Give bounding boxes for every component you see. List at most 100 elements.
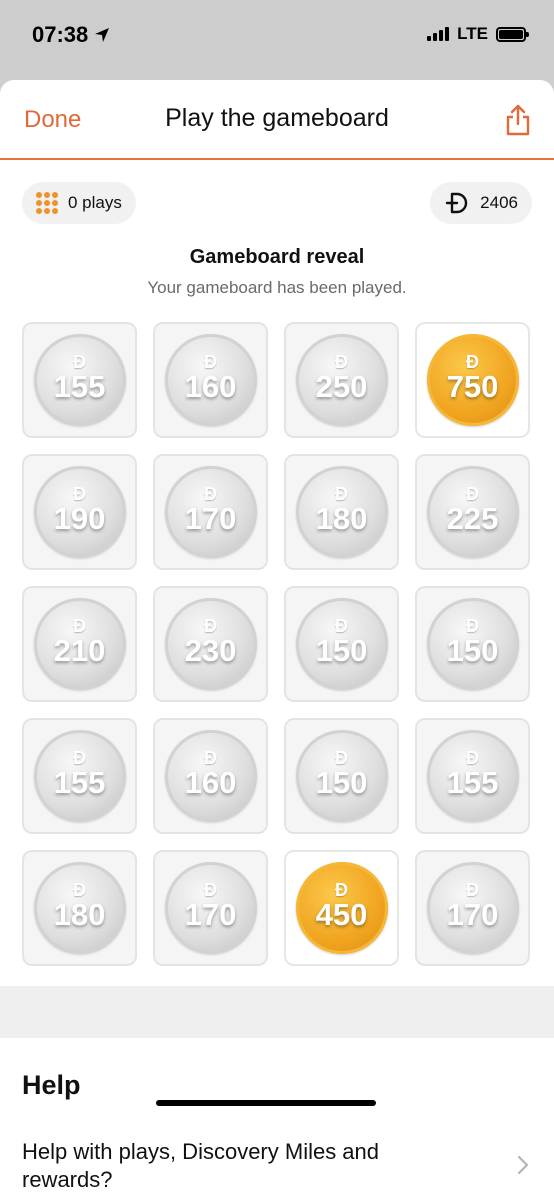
gameboard-tile[interactable]: Đ 155 bbox=[22, 322, 137, 438]
coin-value: 160 bbox=[184, 368, 237, 404]
coin-symbol: Đ bbox=[204, 483, 217, 504]
coin-value: 450 bbox=[315, 896, 368, 932]
plays-pill[interactable]: 0 plays bbox=[22, 182, 136, 224]
signal-icon bbox=[427, 27, 450, 41]
reveal-title: Gameboard reveal bbox=[189, 246, 365, 268]
miles-pill[interactable]: 2406 bbox=[430, 182, 532, 224]
coin-value: 155 bbox=[53, 368, 106, 404]
coin-symbol: Đ bbox=[73, 747, 86, 768]
share-icon[interactable] bbox=[504, 104, 532, 136]
help-heading: Help bbox=[22, 1070, 81, 1100]
gameboard-tile[interactable]: Đ 180 bbox=[284, 454, 399, 570]
silver-coin-icon: Đ 230 bbox=[164, 598, 257, 690]
silver-coin-icon: Đ 155 bbox=[33, 334, 126, 426]
battery-icon bbox=[496, 26, 529, 42]
coin-value: 250 bbox=[315, 368, 368, 404]
coin-value: 230 bbox=[184, 632, 237, 668]
silver-coin-icon: Đ 160 bbox=[164, 730, 257, 822]
coin-value: 190 bbox=[53, 500, 106, 536]
status-time: 07:38 bbox=[32, 22, 110, 48]
gameboard-tile[interactable]: Đ 170 bbox=[415, 850, 530, 966]
coin-symbol: Đ bbox=[466, 747, 479, 768]
silver-coin-icon: Đ 170 bbox=[426, 862, 519, 954]
silver-coin-icon: Đ 160 bbox=[164, 334, 257, 426]
coin-value: 150 bbox=[446, 632, 499, 668]
silver-coin-icon: Đ 150 bbox=[295, 730, 388, 822]
coin-symbol: Đ bbox=[466, 483, 479, 504]
coin-symbol: Đ bbox=[73, 615, 86, 636]
gameboard-tile[interactable]: Đ 210 bbox=[22, 586, 137, 702]
nav-bar: Done Play the gameboard bbox=[0, 80, 554, 160]
status-indicators: LTE bbox=[427, 24, 529, 44]
coin-value: 170 bbox=[184, 896, 237, 932]
coin-value: 180 bbox=[53, 896, 106, 932]
silver-coin-icon: Đ 150 bbox=[426, 598, 519, 690]
coin-value: 180 bbox=[315, 500, 368, 536]
coin-symbol: Đ bbox=[204, 615, 217, 636]
silver-coin-icon: Đ 180 bbox=[33, 862, 126, 954]
coin-symbol: Đ bbox=[335, 483, 348, 504]
coin-value: 150 bbox=[315, 632, 368, 668]
gameboard-tile[interactable]: Đ 150 bbox=[284, 586, 399, 702]
coin-value: 150 bbox=[315, 764, 368, 800]
gameboard-tile[interactable]: Đ 180 bbox=[22, 850, 137, 966]
coin-symbol: Đ bbox=[466, 615, 479, 636]
status-bar: 07:38 LTE bbox=[0, 0, 554, 80]
coin-value: 170 bbox=[184, 500, 237, 536]
coin-symbol: Đ bbox=[73, 483, 86, 504]
silver-coin-icon: Đ 170 bbox=[164, 862, 257, 954]
coin-symbol: Đ bbox=[335, 879, 348, 900]
silver-coin-icon: Đ 225 bbox=[426, 466, 519, 558]
silver-coin-icon: Đ 150 bbox=[295, 598, 388, 690]
grid-dots-icon bbox=[36, 192, 58, 214]
home-indicator bbox=[156, 1100, 376, 1106]
miles-balance: 2406 bbox=[480, 193, 518, 212]
coin-value: 155 bbox=[446, 764, 499, 800]
gameboard-tile[interactable]: Đ 155 bbox=[415, 718, 530, 834]
coin-symbol: Đ bbox=[73, 879, 86, 900]
chevron-right-icon[interactable] bbox=[516, 1154, 530, 1176]
coin-value: 160 bbox=[184, 764, 237, 800]
gameboard-tile[interactable]: Đ 230 bbox=[153, 586, 268, 702]
coin-value: 210 bbox=[53, 632, 106, 668]
gameboard-tile[interactable]: Đ 450 bbox=[284, 850, 399, 966]
section-divider bbox=[0, 986, 554, 1038]
gameboard-grid: Đ 155 Đ 160 Đ 250 Đ 750 Đ 190 Đ 170 Đ 180 Đ 225 Đ 210 Đ 230… bbox=[22, 322, 534, 966]
gameboard-tile[interactable]: Đ 160 bbox=[153, 718, 268, 834]
gameboard-sheet: Done Play the gameboard 0 plays 2406 Gam… bbox=[0, 80, 554, 1200]
silver-coin-icon: Đ 210 bbox=[33, 598, 126, 690]
gameboard-tile[interactable]: Đ 155 bbox=[22, 718, 137, 834]
gameboard-tile[interactable]: Đ 250 bbox=[284, 322, 399, 438]
location-arrow-icon bbox=[95, 28, 110, 42]
silver-coin-icon: Đ 250 bbox=[295, 334, 388, 426]
network-label: LTE bbox=[457, 24, 488, 43]
coin-value: 155 bbox=[53, 764, 106, 800]
coin-symbol: Đ bbox=[466, 879, 479, 900]
coin-value: 750 bbox=[446, 368, 499, 404]
gold-coin-icon: Đ 750 bbox=[426, 334, 519, 426]
gameboard-tile[interactable]: Đ 225 bbox=[415, 454, 530, 570]
silver-coin-icon: Đ 180 bbox=[295, 466, 388, 558]
gameboard-tile[interactable]: Đ 160 bbox=[153, 322, 268, 438]
silver-coin-icon: Đ 170 bbox=[164, 466, 257, 558]
silver-coin-icon: Đ 155 bbox=[33, 730, 126, 822]
coin-value: 170 bbox=[446, 896, 499, 932]
coin-symbol: Đ bbox=[73, 351, 86, 372]
silver-coin-icon: Đ 190 bbox=[33, 466, 126, 558]
clock-label: 07:38 bbox=[32, 22, 89, 47]
gameboard-tile[interactable]: Đ 150 bbox=[284, 718, 399, 834]
page-title: Play the gameboard bbox=[165, 104, 389, 132]
coin-symbol: Đ bbox=[204, 879, 217, 900]
coin-symbol: Đ bbox=[204, 747, 217, 768]
help-link[interactable]: Help with plays, Discovery Miles and rew… bbox=[22, 1138, 402, 1194]
gameboard-tile[interactable]: Đ 170 bbox=[153, 850, 268, 966]
gameboard-tile[interactable]: Đ 750 bbox=[415, 322, 530, 438]
plays-count: 0 plays bbox=[68, 193, 122, 212]
gold-coin-icon: Đ 450 bbox=[295, 862, 388, 954]
gameboard-tile[interactable]: Đ 150 bbox=[415, 586, 530, 702]
reveal-subtitle: Your gameboard has been played. bbox=[147, 278, 407, 297]
gameboard-tile[interactable]: Đ 190 bbox=[22, 454, 137, 570]
coin-symbol: Đ bbox=[204, 351, 217, 372]
coin-symbol: Đ bbox=[335, 615, 348, 636]
gameboard-tile[interactable]: Đ 170 bbox=[153, 454, 268, 570]
